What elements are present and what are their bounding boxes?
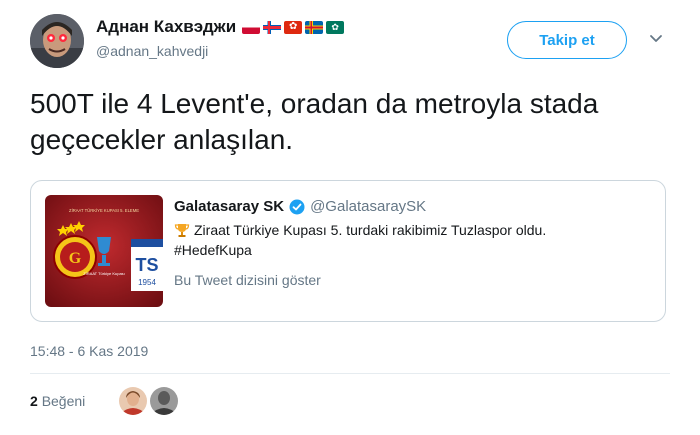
quoted-tweet-text: Ziraat Türkiye Kupası 5. turdaki rakibim… — [174, 220, 654, 260]
tweet-author[interactable]: Аднан Кахвэджи ✿ ✿ @adnan_kahvedji — [96, 17, 345, 59]
aland-flag-icon — [305, 20, 324, 34]
cup-label: ZİRAAT Türkiye Kupası — [83, 271, 125, 276]
trophy-icon — [174, 224, 190, 237]
hashtag-link[interactable]: #HedefKupa — [174, 242, 252, 258]
quoted-author-name[interactable]: Galatasaray SK — [174, 198, 284, 215]
quoted-tweet-card[interactable]: ZİRAAT TÜRKİYE KUPASI 5. ELEME G ZİRAAT … — [30, 180, 666, 322]
macau-flag-icon: ✿ — [326, 20, 345, 34]
greenland-flag-icon — [242, 20, 261, 34]
chevron-down-icon[interactable] — [649, 34, 663, 44]
image-caption: ZİRAAT TÜRKİYE KUPASI 5. ELEME — [69, 208, 139, 213]
likes-label: Beğeni — [41, 393, 86, 409]
tweet-timestamp[interactable]: 15:48 - 6 Kas 2019 — [30, 343, 148, 359]
verified-badge-icon — [289, 199, 305, 214]
divider — [30, 373, 670, 374]
likes-number: 2 — [30, 393, 38, 409]
likes-count[interactable]: 2 Beğeni — [30, 393, 85, 409]
author-handle[interactable]: @adnan_kahvedji — [96, 43, 344, 59]
author-flags: ✿ ✿ — [242, 20, 345, 34]
badge-year: 1954 — [138, 278, 156, 287]
quoted-tweet-header[interactable]: Galatasaray SK @GalatasaraySK — [174, 198, 426, 215]
liker-avatar[interactable] — [150, 387, 178, 415]
badge-text: TS — [135, 255, 158, 275]
faroe-islands-flag-icon — [263, 20, 282, 34]
quoted-body-text: Ziraat Türkiye Kupası 5. turdaki rakibim… — [194, 222, 547, 238]
quoted-author-handle[interactable]: @GalatasaraySK — [310, 198, 426, 215]
liker-avatar[interactable] — [119, 387, 147, 415]
quoted-tweet-image[interactable]: ZİRAAT TÜRKİYE KUPASI 5. ELEME G ZİRAAT … — [45, 195, 163, 307]
follow-button[interactable]: Takip et — [507, 21, 627, 59]
tweet-text: 500T ile 4 Levent'e, oradan da metroyla … — [30, 88, 599, 155]
author-display-name[interactable]: Аднан Кахвэджи — [96, 17, 236, 37]
tuzlaspor-badge-icon: TS 1954 — [131, 239, 163, 291]
hong-kong-flag-icon: ✿ — [284, 20, 303, 34]
author-avatar[interactable] — [30, 14, 84, 68]
svg-text:G: G — [69, 250, 82, 267]
show-thread-link[interactable]: Bu Tweet dizisini göster — [174, 272, 321, 288]
